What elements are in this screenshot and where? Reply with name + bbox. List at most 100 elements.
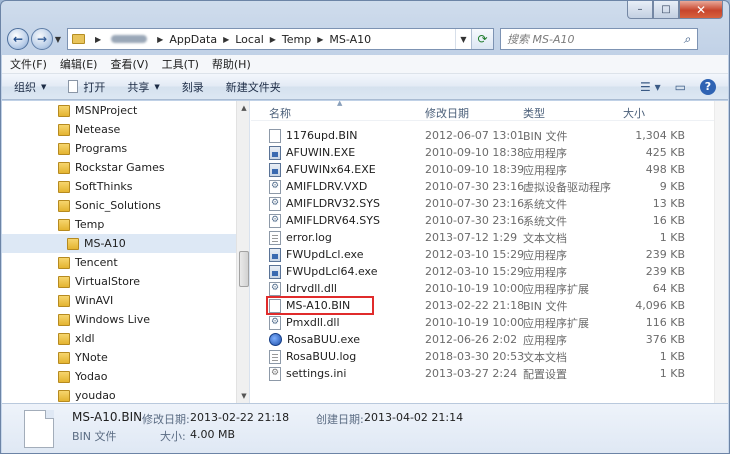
file-name-cell: Pmxdll.dll [269,315,340,330]
file-row[interactable]: error.log 2013-07-12 1:29 文本文档 1 KB [265,229,685,246]
refresh-icon[interactable]: ⟳ [471,29,493,49]
folder-icon [67,237,79,250]
chevron-right-icon[interactable]: ▶ [317,35,323,44]
tree-item-label: Tencent [75,256,118,269]
file-date: 2012-06-07 13:01 [425,129,525,142]
scroll-down-icon[interactable]: ▼ [237,389,249,403]
forward-button[interactable]: → [31,28,53,50]
file-row[interactable]: FWUpdLcl64.exe 2012-03-10 15:29 应用程序 239 KB [265,263,685,280]
nav-scrollbar[interactable]: ▲ ▼ [236,101,249,403]
file-row[interactable]: AMIFLDRV32.SYS 2010-07-30 23:16系统文件 13 KB [265,195,685,212]
tree-item[interactable]: Temp [2,215,238,234]
details-modified-label: 修改日期: [142,413,190,426]
tree-item-label: Yodao [75,370,108,383]
file-row[interactable]: RosaBUU.exe 2012-06-26 2:02 应用程序 376 KB [265,331,685,348]
column-header-size[interactable]: 大小 [623,105,645,121]
address-bar[interactable]: ▶ ▶ AppData ▶ Local ▶ Temp ▶ MS-A10 ▼ ⟳ [67,28,494,50]
menu-tools[interactable]: 工具(T) [162,56,199,72]
file-date: 2010-07-30 23:16 [425,197,525,210]
file-date: 2010-10-19 10:00 [425,316,525,329]
tree-item[interactable]: SoftThinks [2,177,238,196]
open-button[interactable]: 打开 [68,79,105,95]
new-folder-button[interactable]: 新建文件夹 [226,79,281,95]
tree-item[interactable]: Netease [2,120,238,139]
column-header-name[interactable]: 名称 [269,105,291,121]
chevron-right-icon[interactable]: ▶ [270,35,276,44]
tree-item[interactable]: Tencent [2,253,238,272]
menu-view[interactable]: 查看(V) [110,56,148,72]
tree-item[interactable]: MS-A10 [2,234,238,253]
file-type: 文本文档 [523,231,567,245]
file-size: 239 KB [645,248,685,261]
file-row[interactable]: AMIFLDRV.VXD 2010-07-30 23:16虚拟设备驱动程序 9 KB [265,178,685,195]
column-header-type[interactable]: 类型 [523,105,545,121]
file-name-cell: RosaBUU.log [269,349,356,364]
menu-help[interactable]: 帮助(H) [212,56,251,72]
chevron-right-icon[interactable]: ▶ [95,35,101,44]
breadcrumb-appdata[interactable]: AppData [169,33,217,46]
details-size-value: 4.00 MB [190,428,236,441]
tree-item[interactable]: youdao [2,386,238,403]
file-row[interactable]: FWUpdLcl.exe 2012-03-10 15:29 应用程序 239 KB [265,246,685,263]
file-thumbnail-icon [24,410,54,448]
search-input[interactable]: 搜索 MS-A10 ⌕ [500,28,698,50]
breadcrumb-ms-a10[interactable]: MS-A10 [329,33,371,46]
file-name: Pmxdll.dll [286,316,340,329]
help-button[interactable]: ? [700,78,716,95]
folder-icon [58,351,70,364]
file-date: 2010-09-10 18:38 [425,146,525,159]
close-button[interactable]: ✕ [679,1,723,19]
file-row[interactable]: settings.ini 2013-03-27 2:24 配置设置 1 KB [265,365,685,382]
sort-ascending-icon: ▲ [337,99,343,107]
file-type: 应用程序扩展 [523,316,589,330]
search-icon[interactable]: ⌕ [677,32,697,47]
file-size: 4,096 KB [635,299,685,312]
scroll-up-icon[interactable]: ▲ [237,101,249,115]
share-button[interactable]: 共享 ▼ [127,79,159,95]
menu-file[interactable]: 文件(F) [10,56,47,72]
sys-file-icon [269,196,281,211]
file-row[interactable]: AMIFLDRV64.SYS 2010-07-30 23:16系统文件 16 KB [265,212,685,229]
tree-item[interactable]: xldl [2,329,238,348]
chevron-right-icon[interactable]: ▶ [157,35,163,44]
file-row[interactable]: AFUWIN.EXE 2010-09-10 18:38 应用程序 425 KB [265,144,685,161]
tree-item[interactable]: WinAVI [2,291,238,310]
tree-item[interactable]: MSNProject [2,101,238,120]
tree-item[interactable]: Windows Live [2,310,238,329]
menu-edit[interactable]: 编辑(E) [60,56,98,72]
file-date: 2012-03-10 15:29 [425,265,525,278]
organize-button[interactable]: 组织 ▼ [14,79,46,95]
recent-pages-dropdown[interactable]: ▼ [53,35,63,44]
file-row[interactable]: AFUWINx64.EXE 2010-09-10 18:39 应用程序 498 KB [265,161,685,178]
folder-icon [58,161,70,174]
view-options-icon[interactable]: ☰ ▾ [640,80,661,94]
scroll-thumb[interactable] [239,251,249,287]
tree-item[interactable]: Sonic_Solutions [2,196,238,215]
tree-item[interactable]: Programs [2,139,238,158]
breadcrumb-temp[interactable]: Temp [282,33,311,46]
file-type: 系统文件 [523,214,567,228]
file-list-scrollbar[interactable] [714,101,728,403]
tree-item[interactable]: Rockstar Games [2,158,238,177]
file-row[interactable]: Pmxdll.dll 2010-10-19 10:00应用程序扩展 116 KB [265,314,685,331]
file-date: 2012-03-10 15:29 [425,248,525,261]
burn-button[interactable]: 刻录 [182,79,204,95]
preview-pane-icon[interactable]: ▭ [675,80,686,94]
folder-icon [58,180,70,193]
address-dropdown-icon[interactable]: ▼ [455,29,471,49]
minimize-button[interactable]: – [627,1,653,19]
back-button[interactable]: ← [7,28,29,50]
file-row[interactable]: 1176upd.BIN 2012-06-07 13:01 BIN 文件 1,304 K… [265,127,685,144]
tree-item-label: Rockstar Games [75,161,165,174]
tree-item[interactable]: VirtualStore [2,272,238,291]
highlight-box [266,296,374,315]
tree-item[interactable]: Yodao [2,367,238,386]
file-size: 16 KB [652,214,685,227]
chevron-right-icon[interactable]: ▶ [223,35,229,44]
file-row[interactable]: RosaBUU.log 2018-03-30 20:53 文本文档 1 KB [265,348,685,365]
maximize-button[interactable]: □ [653,1,679,19]
tree-item[interactable]: YNote [2,348,238,367]
file-row[interactable]: Idrvdll.dll 2010-10-19 10:00应用程序扩展 64 KB [265,280,685,297]
column-header-date[interactable]: 修改日期 [425,105,469,121]
breadcrumb-local[interactable]: Local [235,33,264,46]
